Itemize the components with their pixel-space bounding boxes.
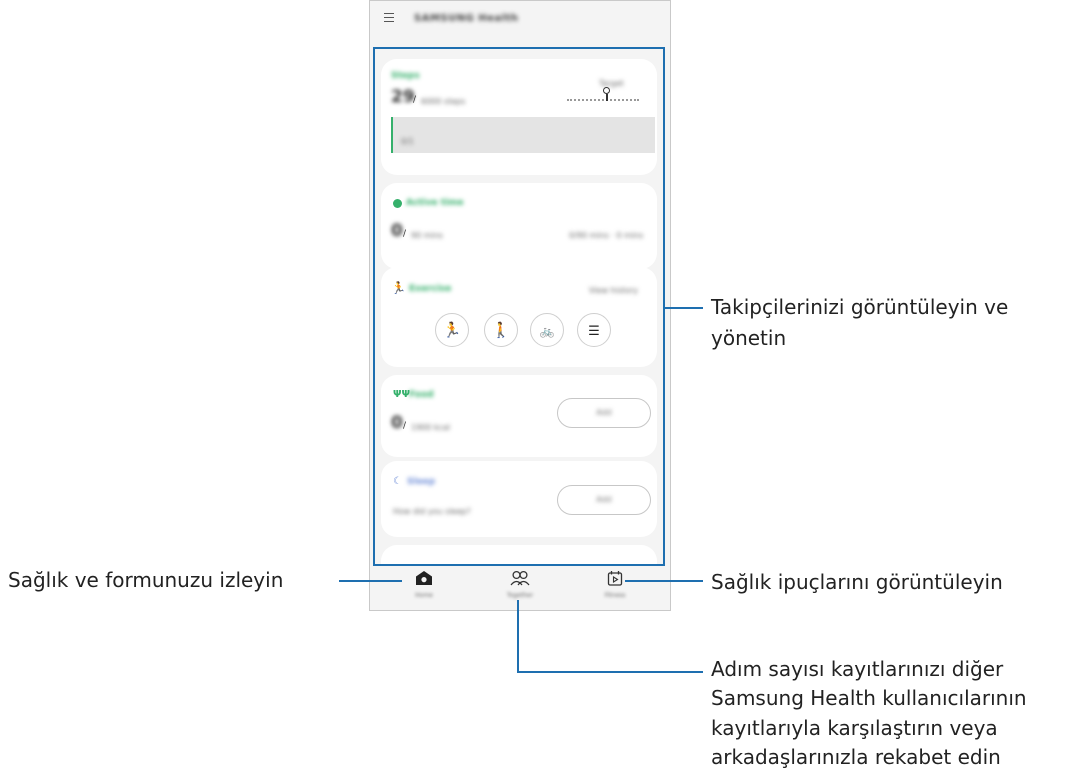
health-callout: Sağlık ve formunuzu izleyin [8,568,284,592]
nav-home-label: Home [415,592,433,599]
steps-separator: / [413,95,417,105]
steps-title: Steps [391,71,420,81]
run-exercise-button[interactable]: 🏃 [435,313,469,347]
menu-icon[interactable] [384,13,394,23]
food-title: Food [409,390,434,400]
top-bar: SAMSUNG Health [370,1,670,41]
sleep-prompt: How did you sleep? [393,507,471,516]
app-title: SAMSUNG Health [414,13,519,24]
moon-icon: ☾ [393,476,402,487]
running-icon: 🏃 [391,281,406,295]
nav-fitness[interactable]: Fitness [585,570,645,599]
run-icon: 🏃 [442,321,462,339]
steps-callout-line4: arkadaşlarınızla rekabet edin [711,745,1001,769]
steps-marker-icon [603,87,610,94]
home-cards-area: Steps 29 / 6000 steps Target 0/1 Active … [373,47,665,566]
active-time-card[interactable]: Active time 0 / 90 mins 0/90 mins · 0 mi… [381,183,657,269]
food-icon: ΨΨ [393,389,410,400]
active-time-detail: 0/90 mins · 0 mins [569,231,644,240]
food-card[interactable]: ΨΨ Food 0 / 1900 kcal Add [381,375,657,457]
nav-together-label: Together [506,592,534,599]
exercise-card[interactable]: 🏃 Exercise View history 🏃 🚶 🚲 ☰ [381,267,657,367]
tips-callout: Sağlık ipuçlarını görüntüleyin [711,570,1003,594]
followers-callout-line1: Takipçilerinizi görüntüleyin ve [711,295,1009,319]
food-value: 0 [391,413,403,433]
phone-screen: SAMSUNG Health Steps 29 / 6000 steps Tar… [369,0,671,611]
tips-callout-line [625,580,703,582]
food-add-label: Add [596,408,612,417]
list-icon: ☰ [588,324,600,339]
steps-chart-note: 0/1 [401,137,414,146]
bottom-navigation: Home Together Fitness [370,566,670,610]
steps-callout-line1: Adım sayısı kayıtlarınızı diğer [711,657,1004,681]
exercise-history-link[interactable]: View history [589,286,638,295]
steps-callout-line3: kayıtlarıyla karşılaştırın veya [711,716,998,740]
exercise-list-button[interactable]: ☰ [577,313,611,347]
together-icon [510,570,530,586]
sleep-title: Sleep [407,477,436,487]
steps-progress-track [567,99,639,101]
steps-callout-line2: Samsung Health kullanıcılarının [711,686,1027,710]
steps-callout-line-horizontal [517,671,703,673]
food-goal: 1900 kcal [411,423,451,432]
next-card-partial[interactable] [381,545,657,564]
sleep-card[interactable]: ☾ Sleep How did you sleep? Add [381,461,657,537]
active-time-separator: / [403,229,407,239]
walk-exercise-button[interactable]: 🚶 [484,313,518,347]
active-time-title: Active time [406,198,464,208]
health-callout-line [339,580,402,582]
nav-home[interactable]: Home [394,570,454,599]
sleep-add-button[interactable]: Add [557,485,651,515]
sleep-add-label: Add [596,495,612,504]
food-add-button[interactable]: Add [557,398,651,428]
active-time-goal: 90 mins [411,231,443,240]
steps-goal-marker: Target [599,79,624,88]
bike-icon: 🚲 [539,324,555,338]
steps-callout-line-vertical [517,600,519,672]
food-separator: / [403,421,407,431]
steps-chart-area: 0/1 [391,117,655,153]
steps-count: 29 [391,87,415,107]
nav-together[interactable]: Together [490,570,550,599]
home-icon [416,571,432,585]
walk-icon: 🚶 [491,321,511,339]
steps-card[interactable]: Steps 29 / 6000 steps Target 0/1 [381,59,657,175]
steps-marker-stem [606,94,608,101]
cycle-exercise-button[interactable]: 🚲 [530,313,564,347]
followers-callout-line [663,307,703,309]
steps-goal: 6000 steps [421,97,466,106]
fitness-icon [607,571,623,586]
active-time-value: 0 [391,221,403,241]
exercise-title: Exercise [409,284,452,294]
followers-callout-line2: yönetin [711,326,787,350]
clock-icon [393,199,402,208]
nav-fitness-label: Fitness [604,592,626,599]
